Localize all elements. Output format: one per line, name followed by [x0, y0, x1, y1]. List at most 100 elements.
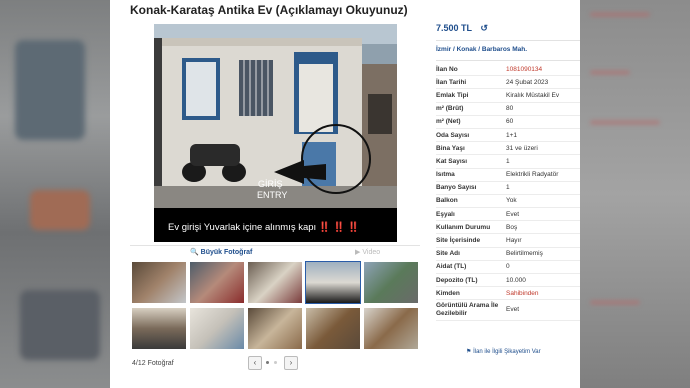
price-row: 7.500 TL ↺: [436, 23, 488, 34]
detail-value: 10.000: [506, 273, 580, 288]
detail-row: Site İçerisinde Hayır: [436, 233, 580, 248]
detail-row: Oda Sayısı 1+1: [436, 128, 580, 143]
detail-value: 31 ve üzeri: [506, 141, 580, 156]
detail-key: Bina Yaşı: [436, 141, 506, 156]
detail-key: Aidat (TL): [436, 260, 506, 275]
big-photo-label: Büyük Fotoğraf: [200, 249, 253, 256]
thumbnail[interactable]: [306, 308, 360, 349]
detail-row: Site Adı Belirtilmemiş: [436, 247, 580, 261]
detail-value: Kiralık Müstakil Ev: [506, 88, 580, 103]
detail-row: Bina Yaşı 31 ve üzeri: [436, 141, 580, 156]
search-icon: 🔍: [190, 249, 199, 256]
detail-value: Elektrikli Radyatör: [506, 168, 580, 182]
detail-value: 1081090134: [506, 63, 580, 77]
thumbnail-strip: [132, 261, 422, 350]
price: 7.500 TL: [436, 23, 472, 33]
divider: [436, 60, 580, 61]
detail-value: 1: [506, 181, 580, 195]
detail-row: İlan No 1081090134: [436, 63, 580, 77]
thumbnail[interactable]: [132, 262, 186, 303]
pager-dot: [266, 361, 269, 364]
details-table: İlan No 1081090134 İlan Tarihi 24 Şubat 202…: [436, 63, 580, 322]
video-icon: ▶: [355, 249, 361, 256]
detail-key: m² (Brüt): [436, 102, 506, 116]
arrow-label-en: ENTRY: [257, 190, 287, 200]
detail-value: 0: [506, 260, 580, 275]
detail-row: İlan Tarihi 24 Şubat 2023: [436, 75, 580, 90]
photo-counter: 4/12 Fotoğraf: [132, 360, 174, 367]
detail-value: Boş: [506, 220, 580, 235]
prev-photo-button[interactable]: ‹: [248, 356, 262, 370]
detail-row: Kat Sayısı 1: [436, 154, 580, 169]
detail-key: İlan No: [436, 63, 506, 77]
thumbnail[interactable]: [364, 308, 418, 349]
detail-value: Belirtilmemiş: [506, 247, 580, 261]
detail-row: m² (Net) 60: [436, 115, 580, 129]
detail-key: Kat Sayısı: [436, 154, 506, 169]
detail-row: Eşyalı Evet: [436, 207, 580, 222]
detail-row: Görüntülü Arama İle Gezilebilir Evet: [436, 299, 580, 322]
thumbnail[interactable]: [132, 308, 186, 349]
arrow-label-tr: GİRİŞ: [258, 179, 283, 189]
detail-value: Sahibinden: [506, 286, 580, 301]
blur-shape: [15, 40, 85, 140]
blurred-background-right: [580, 0, 690, 388]
detail-value: Hayır: [506, 233, 580, 248]
detail-value: Evet: [506, 207, 580, 222]
thumbnail-selected[interactable]: [305, 261, 361, 304]
video-label: Video: [362, 249, 381, 256]
thumbnail[interactable]: [248, 262, 302, 303]
detail-key: Depozito (TL): [436, 273, 506, 288]
complaint-link[interactable]: ⚑ İlan ile İlgili Şikayetim Var: [466, 348, 541, 355]
detail-row: Isıtma Elektrikli Radyatör: [436, 168, 580, 182]
detail-value: Evet: [506, 299, 580, 322]
blur-line: [590, 12, 650, 17]
blur-shape: [20, 290, 100, 360]
detail-key: Kullanım Durumu: [436, 220, 506, 235]
detail-row: Depozito (TL) 10.000: [436, 273, 580, 288]
detail-row: Balkon Yok: [436, 194, 580, 209]
thumbnail[interactable]: [248, 308, 302, 349]
detail-row: Banyo Sayısı 1: [436, 181, 580, 195]
thumbnail[interactable]: [190, 262, 244, 303]
listing-panel: Konak-Karataş Antika Ev (Açıklamayı Okuy…: [110, 0, 580, 388]
next-photo-button[interactable]: ›: [284, 356, 298, 370]
blur-shape: [30, 190, 90, 230]
detail-key: m² (Net): [436, 115, 506, 129]
detail-row: Kimden Sahibinden: [436, 286, 580, 301]
detail-value: 24 Şubat 2023: [506, 75, 580, 90]
detail-value: 80: [506, 102, 580, 116]
detail-key: Isıtma: [436, 168, 506, 182]
complaint-label: İlan ile İlgili Şikayetim Var: [473, 349, 541, 355]
pager-dot: [274, 361, 277, 364]
gallery-toolbar: 🔍 Büyük Fotoğraf ▶ Video: [130, 245, 420, 262]
detail-row: Aidat (TL) 0: [436, 260, 580, 275]
flag-icon: ⚑: [466, 349, 472, 355]
main-photo[interactable]: GİRİŞ ENTRY Ev girişi Yuvarlak içine alı…: [154, 24, 397, 242]
detail-key: Balkon: [436, 194, 506, 209]
history-icon[interactable]: ↺: [480, 23, 488, 34]
thumbnail[interactable]: [364, 262, 418, 303]
photo-caption: Ev girişi Yuvarlak içine alınmış kapı ‼️…: [168, 221, 360, 233]
divider: [436, 40, 580, 41]
detail-value: 1: [506, 154, 580, 169]
location-breadcrumb[interactable]: İzmir / Konak / Barbaros Mah.: [436, 46, 527, 53]
thumbnail[interactable]: [190, 308, 244, 349]
big-photo-link[interactable]: 🔍 Büyük Fotoğraf: [190, 248, 252, 256]
detail-row: m² (Brüt) 80: [436, 102, 580, 116]
blurred-background-left: [0, 0, 110, 388]
video-link[interactable]: ▶ Video: [355, 248, 380, 256]
blur-line: [590, 120, 660, 125]
detail-key: Kimden: [436, 286, 506, 301]
detail-key: İlan Tarihi: [436, 75, 506, 90]
detail-row: Emlak Tipi Kiralık Müstakil Ev: [436, 88, 580, 103]
detail-value: 60: [506, 115, 580, 129]
main-photo-image: GİRİŞ ENTRY Ev girişi Yuvarlak içine alı…: [154, 24, 397, 242]
listing-title: Konak-Karataş Antika Ev (Açıklamayı Okuy…: [130, 3, 408, 17]
detail-key: Eşyalı: [436, 207, 506, 222]
blur-line: [590, 70, 630, 75]
detail-key: Emlak Tipi: [436, 88, 506, 103]
detail-key: Banyo Sayısı: [436, 181, 506, 195]
detail-key: Site İçerisinde: [436, 233, 506, 248]
detail-key: Oda Sayısı: [436, 128, 506, 143]
